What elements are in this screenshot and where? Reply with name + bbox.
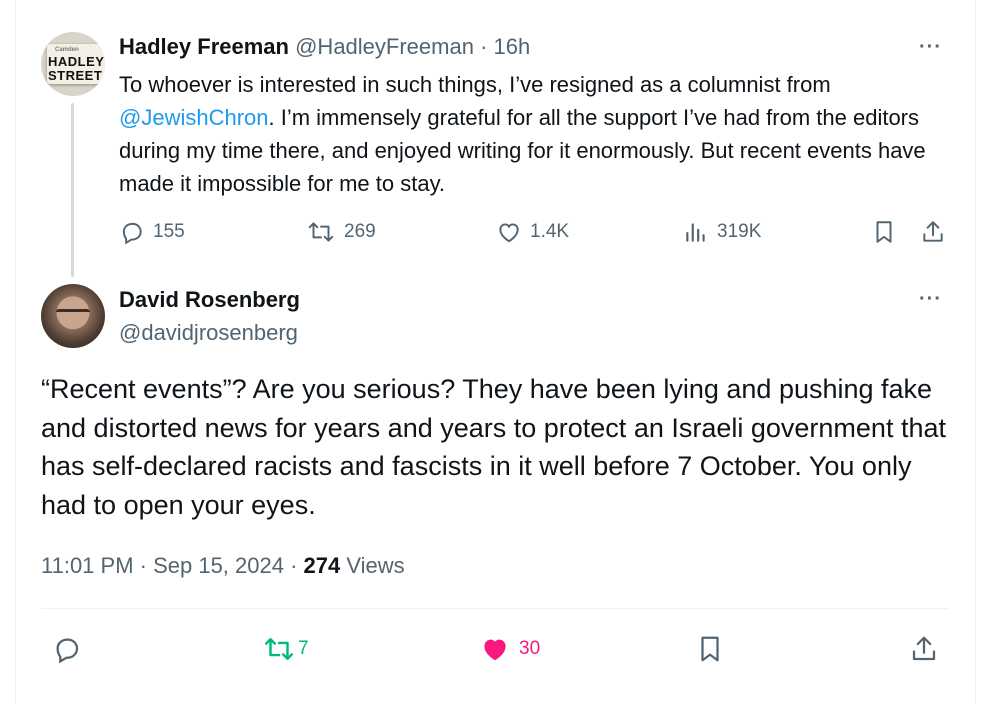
- views-count: 319K: [717, 221, 762, 242]
- repost-count: 7: [298, 638, 309, 659]
- views-button[interactable]: 319K: [683, 219, 761, 245]
- author-name[interactable]: Hadley Freeman: [119, 34, 289, 59]
- like-button[interactable]: 30: [479, 634, 540, 664]
- reply-count: 155: [153, 221, 185, 242]
- reply-author-handle[interactable]: @davidjrosenberg: [119, 320, 298, 346]
- repost-count: 269: [344, 221, 376, 242]
- avatar-photo-detail: [56, 309, 90, 321]
- like-icon: [496, 219, 522, 245]
- reply-button[interactable]: [52, 634, 82, 664]
- bookmark-button[interactable]: [695, 634, 725, 664]
- author-handle[interactable]: @HadleyFreeman: [295, 34, 474, 59]
- reply-meta: 11:01 PM · Sep 15, 2024 · 274 Views: [41, 553, 405, 579]
- divider: [41, 608, 948, 609]
- like-count: 1.4K: [530, 221, 570, 242]
- avatar-sign-line1: Camden: [55, 47, 79, 53]
- avatar-david-rosenberg[interactable]: [41, 284, 105, 348]
- share-button[interactable]: [920, 219, 946, 245]
- more-icon[interactable]: ···: [919, 36, 942, 59]
- repost-button[interactable]: 269: [306, 219, 376, 245]
- share-icon: [920, 219, 946, 245]
- views-icon: [683, 219, 709, 245]
- bookmark-icon: [695, 634, 725, 664]
- views-count: 274: [303, 553, 341, 578]
- bookmark-button[interactable]: [871, 219, 897, 245]
- tweet-text: To whoever is interested in such things,…: [119, 68, 949, 200]
- more-icon[interactable]: ···: [919, 288, 942, 311]
- reply-timestamp[interactable]: 11:01 PM · Sep 15, 2024: [41, 553, 284, 578]
- like-count: 30: [519, 638, 541, 659]
- avatar-sign: Camden HADLEY STREET: [47, 44, 105, 84]
- views-label: Views: [340, 553, 405, 578]
- meta-separator: ·: [283, 553, 304, 578]
- tweet-time[interactable]: 16h: [494, 34, 531, 59]
- tweet-header: Hadley Freeman @HadleyFreeman · 16h: [119, 34, 530, 60]
- avatar-sign-line3: STREET: [48, 68, 103, 83]
- tweet-text-start: To whoever is interested in such things,…: [119, 72, 831, 97]
- header-separator: ·: [473, 34, 494, 59]
- reply-author-name[interactable]: David Rosenberg: [119, 287, 300, 313]
- like-icon: [479, 634, 511, 664]
- share-icon: [909, 634, 939, 664]
- thread-connector: [71, 103, 74, 277]
- repost-button[interactable]: 7: [262, 634, 309, 664]
- share-button[interactable]: [909, 634, 939, 664]
- avatar-hadley-freeman[interactable]: Camden HADLEY STREET: [41, 32, 105, 96]
- avatar-sign-line2: HADLEY: [48, 54, 105, 69]
- bookmark-icon: [871, 219, 897, 245]
- reply-icon: [119, 219, 145, 245]
- reply-button[interactable]: 155: [119, 219, 185, 245]
- repost-icon: [262, 634, 296, 664]
- reply-icon: [52, 634, 82, 664]
- repost-icon: [306, 219, 336, 245]
- mention-link[interactable]: @JewishChron: [119, 105, 269, 130]
- reply-text: “Recent events”? Are you serious? They h…: [41, 374, 946, 520]
- like-button[interactable]: 1.4K: [496, 219, 569, 245]
